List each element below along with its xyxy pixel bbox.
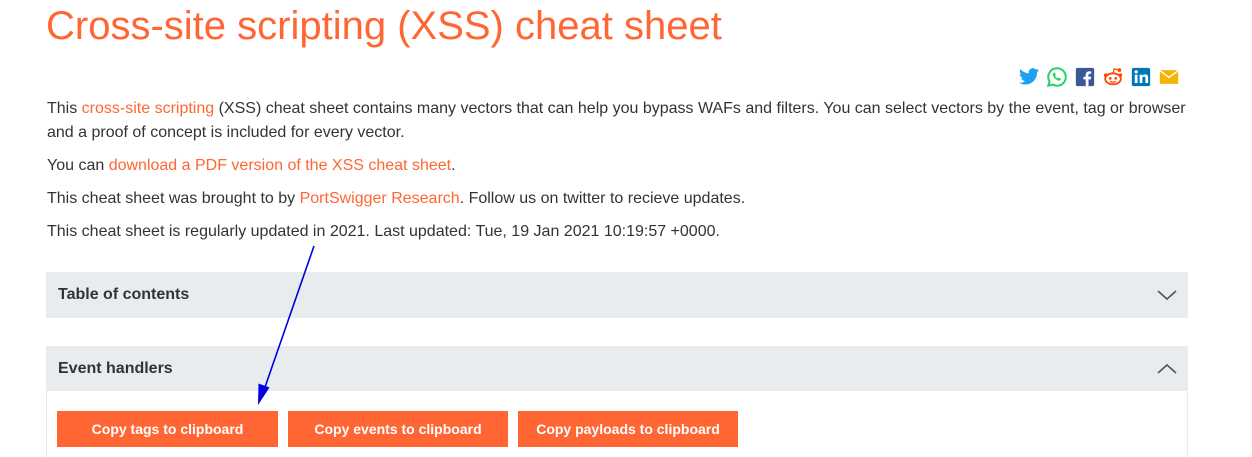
intro-text-segment: This xyxy=(47,100,82,117)
pdf-download-link[interactable]: download a PDF version of the XSS cheat … xyxy=(109,157,451,174)
share-bar xyxy=(1018,66,1180,88)
email-icon[interactable] xyxy=(1158,66,1180,88)
event-handlers-section: Event handlers Copy tags to clipboard Co… xyxy=(46,346,1188,457)
table-of-contents-header[interactable]: Table of contents xyxy=(46,272,1188,318)
whatsapp-icon[interactable] xyxy=(1046,66,1068,88)
credits-text-segment: This cheat sheet was brought to by xyxy=(47,190,300,207)
intro-text: This cross-site scripting (XSS) cheat sh… xyxy=(47,97,1192,244)
section-title: Event handlers xyxy=(58,360,173,377)
intro-text-segment: (XSS) cheat sheet contains many vectors … xyxy=(47,100,1186,141)
facebook-icon[interactable] xyxy=(1074,66,1096,88)
copy-payloads-button[interactable]: Copy payloads to clipboard xyxy=(518,411,738,447)
portswigger-research-link[interactable]: PortSwigger Research xyxy=(300,190,460,207)
page-title: Cross-site scripting (XSS) cheat sheet xyxy=(46,4,722,48)
section-title: Table of contents xyxy=(58,286,190,303)
pdf-paragraph: You can download a PDF version of the XS… xyxy=(47,154,1192,178)
event-handlers-header[interactable]: Event handlers xyxy=(46,346,1188,392)
pdf-text-segment: You can xyxy=(47,157,109,174)
intro-paragraph: This cross-site scripting (XSS) cheat sh… xyxy=(47,97,1192,145)
pdf-text-segment: . xyxy=(451,157,456,174)
copy-tags-button[interactable]: Copy tags to clipboard xyxy=(57,411,278,447)
xss-link[interactable]: cross-site scripting xyxy=(82,100,214,117)
twitter-icon[interactable] xyxy=(1018,66,1040,88)
credits-text-segment: . Follow us on twitter to recieve update… xyxy=(459,190,746,207)
table-of-contents-section: Table of contents xyxy=(46,272,1188,318)
chevron-down-icon[interactable] xyxy=(1156,288,1178,302)
copy-events-button[interactable]: Copy events to clipboard xyxy=(288,411,508,447)
updated-paragraph: This cheat sheet is regularly updated in… xyxy=(47,223,720,240)
chevron-up-icon[interactable] xyxy=(1156,362,1178,376)
page: Cross-site scripting (XSS) cheat sheet T… xyxy=(0,0,1252,457)
reddit-icon[interactable] xyxy=(1102,66,1124,88)
credits-paragraph: This cheat sheet was brought to by PortS… xyxy=(47,187,1192,211)
linkedin-icon[interactable] xyxy=(1130,66,1152,88)
